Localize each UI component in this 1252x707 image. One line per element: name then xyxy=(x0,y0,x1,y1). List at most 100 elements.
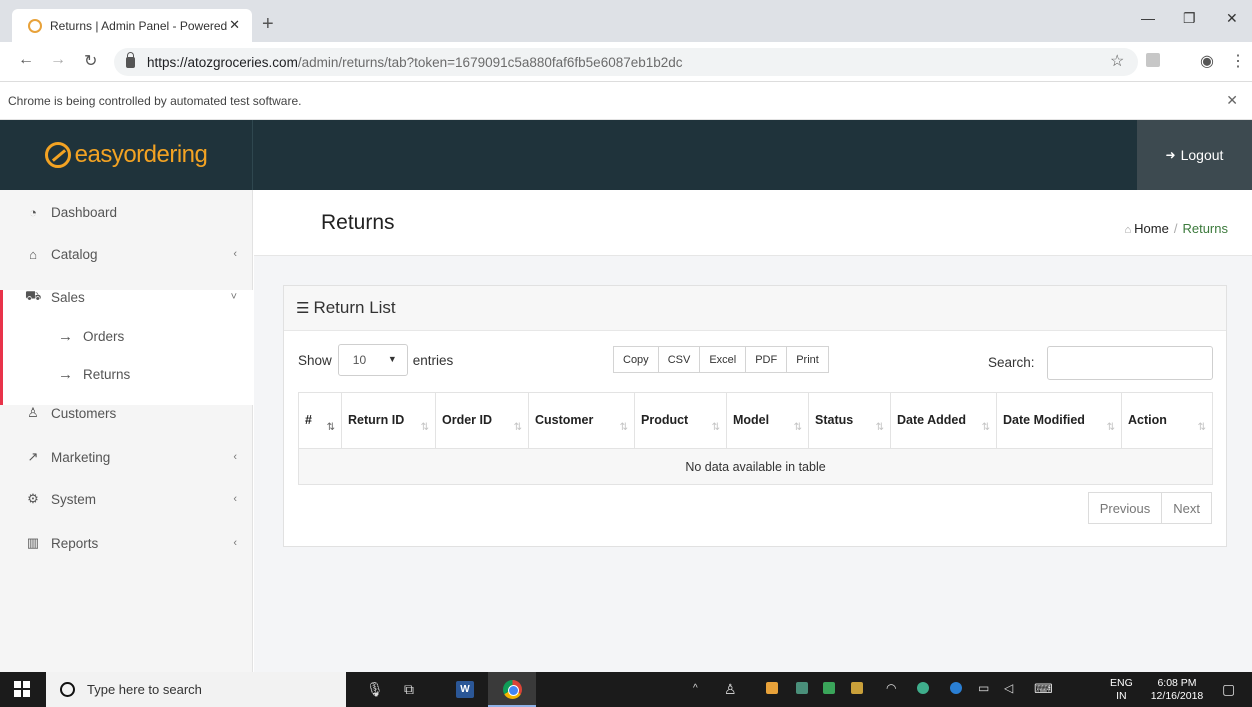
sort-icon: ⇅ xyxy=(513,421,522,433)
restore-icon[interactable]: ❐ xyxy=(1183,10,1196,27)
column-header-model[interactable]: Model ⇅ xyxy=(726,392,809,449)
minimize-icon[interactable]: — xyxy=(1141,10,1155,26)
entries-label: entries xyxy=(412,352,454,368)
address-bar[interactable]: https://atozgroceries.com/admin/returns/… xyxy=(114,48,1138,76)
column-header-label: Product xyxy=(641,412,689,427)
app-header: easyordering ➜ Logout xyxy=(0,120,1252,190)
sidebar-item-reports[interactable]: ▥ Reports ‹ xyxy=(0,523,253,563)
sort-icon: ⇅ xyxy=(619,421,628,433)
sidebar-item-marketing[interactable]: ↗ Marketing ‹ xyxy=(0,437,253,477)
sidebar-item-customers[interactable]: ♙ Customers xyxy=(0,393,253,433)
tray-overflow-icon[interactable]: ^ xyxy=(693,683,698,694)
tab-close-icon[interactable]: ✕ xyxy=(229,17,240,33)
tray-app-icon[interactable] xyxy=(796,682,808,694)
browser-tabstrip: Returns | Admin Panel - Powered ✕ + — ❐ … xyxy=(0,0,1252,42)
browser-toolbar: ← → ↻ https://atozgroceries.com/admin/re… xyxy=(0,42,1252,82)
windows-taskbar: Type here to search 🎙 ⧉ W ^ ♙ ◠ ▭ ◁ ⌨ EN… xyxy=(0,672,1252,707)
infobar-close-icon[interactable]: ✕ xyxy=(1226,92,1238,109)
copy-button[interactable]: Copy xyxy=(613,346,659,373)
windows-start-icon[interactable] xyxy=(14,681,30,697)
table-row: No data available in table xyxy=(298,448,1213,485)
clock-date: 12/16/2018 xyxy=(1150,690,1204,702)
battery-icon[interactable]: ▭ xyxy=(978,681,989,695)
extension-icon[interactable] xyxy=(1146,53,1160,67)
pagination: Previous Next xyxy=(1087,492,1212,524)
column-header-order-id[interactable]: Order ID ⇅ xyxy=(435,392,529,449)
sidebar-item-system[interactable]: ⚙ System ‹ xyxy=(0,479,253,519)
language-top: ENG xyxy=(1110,677,1133,689)
volume-icon[interactable]: ◁ xyxy=(1004,681,1013,695)
reload-icon[interactable]: ↻ xyxy=(84,51,97,71)
search-input[interactable] xyxy=(1047,346,1213,380)
csv-button[interactable]: CSV xyxy=(657,346,701,373)
wifi-icon[interactable]: ◠ xyxy=(886,681,896,695)
excel-button[interactable]: Excel xyxy=(699,346,747,373)
microphone-icon[interactable]: 🎙 xyxy=(366,681,384,698)
previous-page-button[interactable]: Previous xyxy=(1087,492,1163,524)
notification-icon[interactable]: ▢ xyxy=(1222,681,1235,698)
page-length-select[interactable]: 10 ▼ xyxy=(337,344,408,376)
taskbar-search[interactable]: Type here to search xyxy=(46,672,346,707)
sort-icon: ⇅ xyxy=(793,421,802,433)
breadcrumb: ⌂ Home / Returns xyxy=(1125,221,1229,236)
window-close-icon[interactable]: ✕ xyxy=(1226,10,1238,27)
next-page-button[interactable]: Next xyxy=(1161,492,1212,524)
arrow-right-icon: → xyxy=(58,365,73,383)
column-header-action[interactable]: Action ⇅ xyxy=(1121,392,1213,449)
column-header-product[interactable]: Product ⇅ xyxy=(634,392,727,449)
bar-chart-icon: ▥ xyxy=(26,535,40,550)
tray-app-icon[interactable] xyxy=(823,682,835,694)
sidebar-item-dashboard[interactable]: ◔ Dashboard xyxy=(0,192,253,232)
browser-tab[interactable]: Returns | Admin Panel - Powered ✕ xyxy=(12,9,252,42)
sidebar-item-label: Marketing xyxy=(51,449,111,465)
column-header-date-added[interactable]: Date Added ⇅ xyxy=(890,392,997,449)
sidebar-subitem-returns[interactable]: → Returns xyxy=(3,356,253,392)
tray-app-icon[interactable] xyxy=(851,682,863,694)
sidebar-item-sales[interactable]: ⛟ Sales ˅ xyxy=(0,277,253,317)
sidebar-item-catalog[interactable]: ⌂ Catalog ‹ xyxy=(0,234,253,274)
task-view-icon[interactable]: ⧉ xyxy=(404,681,414,698)
profile-icon[interactable]: ◉ xyxy=(1200,51,1214,71)
back-icon[interactable]: ← xyxy=(18,51,34,69)
pdf-button[interactable]: PDF xyxy=(745,346,788,373)
bluetooth-icon[interactable] xyxy=(950,682,962,694)
column-header-status[interactable]: Status ⇅ xyxy=(808,392,891,449)
panel-title: Return List xyxy=(313,298,396,317)
sidebar-item-label: Catalog xyxy=(51,246,98,262)
chrome-icon xyxy=(503,680,522,699)
tray-app-icon[interactable] xyxy=(917,682,929,694)
export-buttons: Copy CSV Excel PDF Print xyxy=(613,346,829,373)
breadcrumb-current: Returns xyxy=(1182,221,1228,236)
sidebar-subitem-orders[interactable]: → Orders xyxy=(3,318,253,354)
empty-table-message: No data available in table xyxy=(298,448,1213,485)
logo[interactable]: easyordering xyxy=(0,120,253,190)
page-title: Returns xyxy=(321,211,395,234)
sort-icon: ⇅ xyxy=(981,421,990,433)
column-header-date-modified[interactable]: Date Modified ⇅ xyxy=(996,392,1122,449)
keyboard-icon[interactable]: ⌨ xyxy=(1034,681,1053,697)
sidebar-item-label: Dashboard xyxy=(51,204,118,220)
table-header-row: # ⇅ Return ID ⇅ Order ID ⇅ Customer ⇅ Produc… xyxy=(298,392,1213,449)
forward-icon[interactable]: → xyxy=(50,51,66,69)
sales-menu-group: ⛟ Sales ˅ → Orders → Returns xyxy=(0,288,253,405)
logout-button[interactable]: ➜ Logout xyxy=(1137,120,1252,190)
clock[interactable]: 6:08 PM 12/16/2018 xyxy=(1142,677,1212,703)
column-header-number[interactable]: # ⇅ xyxy=(298,392,342,449)
column-header-label: # xyxy=(305,412,312,427)
word-app-icon[interactable]: W xyxy=(456,681,474,698)
language-indicator[interactable]: ENG IN xyxy=(1110,677,1133,703)
sign-out-icon: ➜ xyxy=(1165,148,1176,162)
bookmark-star-icon[interactable]: ☆ xyxy=(1110,51,1124,71)
people-icon[interactable]: ♙ xyxy=(724,681,737,698)
tray-app-icon[interactable] xyxy=(766,682,778,694)
menu-icon[interactable]: ⋮ xyxy=(1230,51,1246,71)
sort-asc-icon: ⇅ xyxy=(326,421,335,433)
breadcrumb-home[interactable]: Home xyxy=(1134,221,1169,236)
chevron-left-icon: ‹ xyxy=(233,451,237,463)
print-button[interactable]: Print xyxy=(786,346,829,373)
chrome-taskbar-button[interactable] xyxy=(488,672,536,707)
tab-title: Returns | Admin Panel - Powered xyxy=(50,18,228,33)
column-header-return-id[interactable]: Return ID ⇅ xyxy=(341,392,436,449)
column-header-customer[interactable]: Customer ⇅ xyxy=(528,392,635,449)
new-tab-button[interactable]: + xyxy=(262,13,274,36)
